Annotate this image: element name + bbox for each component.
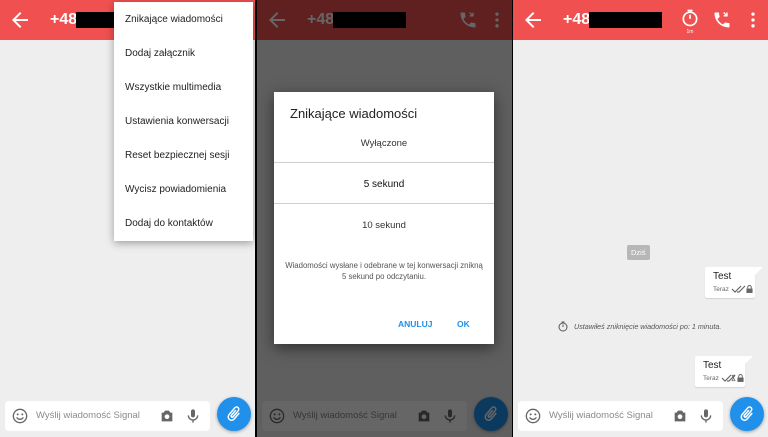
message-bubble[interactable]: Test Teraz	[705, 267, 755, 298]
lock-icon	[746, 285, 753, 293]
timer-icon	[682, 9, 698, 27]
option-5-seconds[interactable]: 5 sekund	[274, 179, 494, 190]
bubble-tail	[755, 267, 763, 275]
message-input[interactable]: Wyślij wiadomość Signal	[549, 410, 653, 421]
menu-item-disappearing[interactable]: Znikające wiadomości	[114, 3, 253, 37]
message-input[interactable]: Wyślij wiadomość Signal	[36, 410, 140, 421]
composer-bar: Wyślij wiadomość Signal	[0, 395, 255, 437]
message-time: Teraz	[713, 286, 729, 293]
contact-number: +48	[563, 11, 591, 28]
dialog-description: Wiadomości wysłane i odebrane w tej konw…	[285, 261, 483, 281]
paperclip-icon	[740, 406, 753, 421]
timer-icon	[558, 321, 568, 332]
timer-small-icon	[731, 374, 736, 382]
more-vertical-icon[interactable]	[743, 10, 763, 30]
date-chip: Dziś	[627, 245, 650, 260]
message-time: Teraz	[703, 375, 719, 382]
menu-item-reset-session[interactable]: Reset bezpiecznej sesji	[114, 139, 253, 173]
screen-conversation: +48 1m Dziś Test Teraz Ustawiłeś zniknię…	[513, 0, 768, 437]
attach-button[interactable]	[730, 397, 764, 431]
dialog-title: Znikające wiadomości	[290, 106, 418, 121]
option-off[interactable]: Wyłączone	[274, 138, 494, 149]
disappearing-messages-dialog: Znikające wiadomości Wyłączone 5 sekund …	[274, 92, 494, 344]
redacted-number	[589, 12, 662, 28]
message-bubble[interactable]: Test Teraz	[695, 356, 745, 387]
menu-item-all-media[interactable]: Wszystkie multimedia	[114, 71, 253, 105]
screen-menu: +48 Wyślij wiadomość Signal Znikające wi…	[0, 0, 255, 437]
menu-item-conversation-settings[interactable]: Ustawienia konwersacji	[114, 105, 253, 139]
back-arrow-icon[interactable]	[521, 8, 545, 32]
emoji-icon[interactable]	[525, 408, 541, 424]
emoji-icon[interactable]	[12, 408, 28, 424]
camera-icon[interactable]	[672, 408, 688, 424]
menu-item-mute[interactable]: Wycisz powiadomienia	[114, 173, 253, 207]
picker-divider-top	[274, 162, 494, 163]
picker-divider-bottom	[274, 203, 494, 204]
message-text: Test	[713, 271, 732, 282]
lock-icon	[737, 374, 744, 382]
timer-change-notice: Ustawiłeś zniknięcie wiadomości po: 1 mi…	[574, 322, 722, 331]
menu-item-add-attachment[interactable]: Dodaj załącznik	[114, 37, 253, 71]
option-10-seconds[interactable]: 10 sekund	[274, 220, 494, 231]
cancel-button[interactable]: ANULUJ	[398, 319, 432, 329]
back-arrow-icon[interactable]	[8, 8, 32, 32]
ok-button[interactable]: OK	[457, 319, 470, 329]
disappearing-timer-badge[interactable]: 1m	[680, 8, 700, 35]
camera-icon[interactable]	[159, 408, 175, 424]
bubble-tail	[745, 356, 753, 364]
screen-dialog: +48 Wyślij wiadomość Signal Znikające wi…	[257, 0, 512, 437]
toolbar: +48 1m	[513, 0, 768, 40]
microphone-icon[interactable]	[698, 407, 714, 425]
microphone-icon[interactable]	[185, 407, 201, 425]
overflow-menu: Znikające wiadomości Dodaj załącznik Wsz…	[114, 2, 253, 241]
paperclip-icon	[227, 406, 240, 421]
timer-label: 1m	[686, 29, 694, 35]
message-text: Test	[703, 360, 722, 371]
message-composer[interactable]: Wyślij wiadomość Signal	[518, 401, 723, 431]
menu-item-add-contact[interactable]: Dodaj do kontaktów	[114, 207, 253, 241]
contact-number: +48	[50, 11, 78, 28]
attach-button[interactable]	[217, 397, 251, 431]
message-composer[interactable]: Wyślij wiadomość Signal	[5, 401, 210, 431]
phone-icon[interactable]	[712, 10, 732, 30]
composer-bar: Wyślij wiadomość Signal	[513, 395, 768, 437]
